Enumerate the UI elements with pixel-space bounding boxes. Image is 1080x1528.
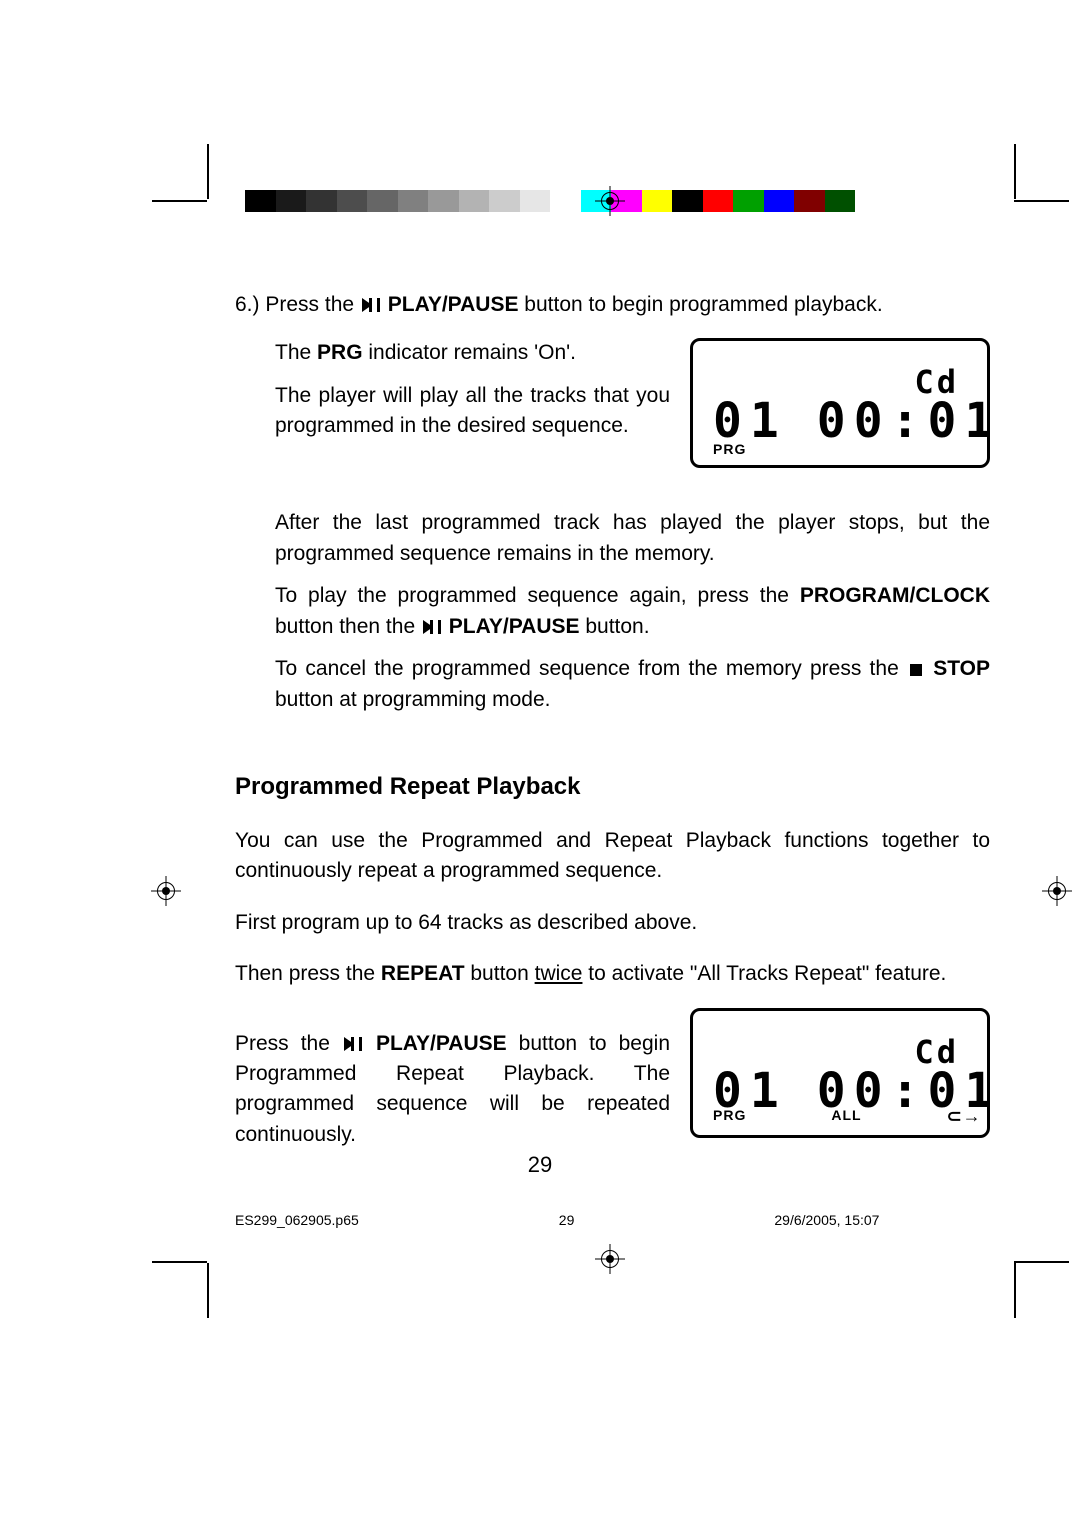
body-text: You can use the Programmed and Repeat Pl… (235, 826, 990, 887)
play-pause-icon (362, 298, 380, 312)
lcd-tag-prg: PRG (713, 1105, 746, 1125)
printer-color-bars (245, 190, 855, 212)
step-text: Press the (265, 293, 354, 316)
register-mark-icon (1046, 880, 1068, 902)
play-pause-icon (423, 620, 441, 634)
lcd-tag-all: ALL (831, 1105, 861, 1125)
lcd-tag-prg: PRG (713, 439, 746, 459)
register-mark-icon (155, 880, 177, 902)
footer-timestamp: 29/6/2005, 15:07 (774, 1212, 879, 1228)
lcd-display-2: Cd 0100:01 PRG ALL ⊂→ (690, 1008, 990, 1138)
body-text: First program up to 64 tracks as describ… (235, 908, 990, 938)
footer-filename: ES299_062905.p65 (235, 1212, 359, 1228)
repeat-icon: ⊂→ (947, 1103, 982, 1129)
step-6-line: 6.) Press the PLAY/PAUSE button to begin… (235, 290, 990, 320)
register-mark-icon (599, 1248, 621, 1270)
play-pause-icon (344, 1037, 362, 1051)
play-pause-label: PLAY/PAUSE (382, 293, 519, 316)
body-text: Then press the REPEAT button twice to ac… (235, 959, 990, 989)
print-footer: ES299_062905.p65 29 29/6/2005, 15:07 (235, 1212, 995, 1228)
body-text: To play the programmed sequence again, p… (275, 581, 990, 642)
register-mark-icon (599, 190, 621, 212)
stop-icon (910, 664, 922, 676)
footer-sheet: 29 (559, 1212, 575, 1228)
body-text: After the last programmed track has play… (275, 508, 990, 569)
section-title: Programmed Repeat Playback (235, 770, 990, 805)
page-number: 29 (0, 1152, 1080, 1178)
lcd-display-1: Cd 0100:01 PRG (690, 338, 990, 468)
step-number: 6.) (235, 293, 260, 316)
body-text: To cancel the programmed sequence from t… (275, 654, 990, 715)
